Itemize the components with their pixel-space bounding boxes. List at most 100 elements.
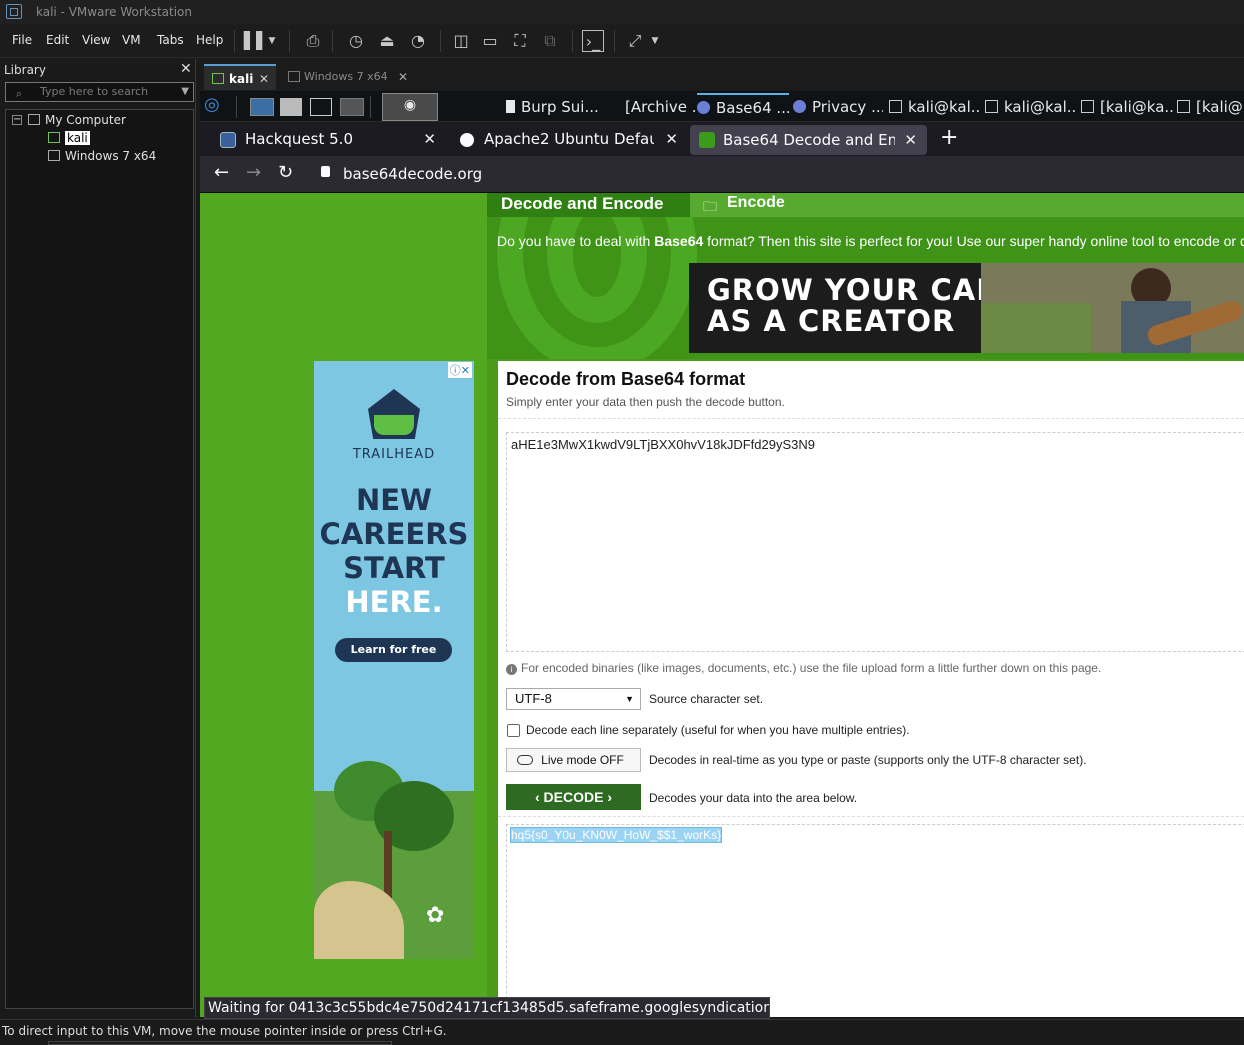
terminal-icon <box>889 100 902 113</box>
menu-tabs[interactable]: Tabs <box>157 33 184 47</box>
snapshot-icon[interactable]: ◷ <box>345 30 367 52</box>
menu-help[interactable]: Help <box>196 33 223 47</box>
close-icon[interactable]: ✕ <box>423 123 436 156</box>
decode-output[interactable]: hq5{s0_Y0u_KN0W_HoW_$$1_worKs} <box>506 824 1244 1017</box>
url-field[interactable]: base64decode.org <box>343 165 482 183</box>
thumbnail-bar-icon[interactable]: ▭ <box>479 30 501 52</box>
hackquest-favicon <box>220 132 236 148</box>
browser-tab-base64[interactable]: Base64 Decode and Enco ✕ <box>690 125 927 155</box>
task-terminal-4[interactable]: [kali@ <box>1177 96 1244 118</box>
decode-panel: Decode from Base64 format Simply enter y… <box>498 361 1244 1017</box>
vm-icon <box>48 150 60 161</box>
decode-desc: Decodes your data into the area below. <box>649 791 858 805</box>
library-title: Library <box>4 63 46 77</box>
full-screen-icon[interactable]: ⛶ <box>509 30 531 52</box>
vm-tab-kali[interactable]: kali ✕ <box>204 64 276 90</box>
tree-item-windows7[interactable]: Windows 7 x64 <box>48 149 156 163</box>
chevron-down-icon[interactable]: ▼ <box>648 30 662 52</box>
firefox-icon <box>697 101 710 114</box>
pause-icon[interactable]: ▌▌ <box>244 30 269 52</box>
live-mode-desc: Decodes in real-time as you type or past… <box>649 753 1087 767</box>
toggle-icon <box>517 755 533 765</box>
kali-menu-icon[interactable]: ◎ <box>204 94 228 116</box>
collapse-icon[interactable]: − <box>12 115 22 125</box>
globe-icon <box>460 133 474 147</box>
close-icon[interactable]: ✕ <box>665 123 678 156</box>
menu-vm[interactable]: VM <box>122 33 141 47</box>
task-terminal-1[interactable]: kali@kal... <box>889 96 981 118</box>
trailhead-ad[interactable]: ⓘ✕ TRAILHEAD NEW CAREERS START HERE. Lea… <box>314 361 474 959</box>
tree-item-kali[interactable]: kali <box>48 131 90 145</box>
each-line-label: Decode each line separately (useful for … <box>526 723 910 737</box>
terminal-icon[interactable] <box>310 98 332 116</box>
console-icon[interactable]: ›_ <box>582 30 604 52</box>
encode-link[interactable]: Encode <box>727 194 785 212</box>
site-nav-title[interactable]: Decode and Encode <box>501 194 663 214</box>
task-base64[interactable]: Base64 ... <box>697 93 789 119</box>
browser-tab-apache[interactable]: Apache2 Ubuntu Default P ✕ <box>458 123 688 156</box>
charset-select[interactable]: UTF-8 ▼ <box>506 688 641 710</box>
task-terminal-2[interactable]: kali@kal... <box>985 96 1077 118</box>
vm-tab-windows7[interactable]: Windows 7 x64 ✕ <box>284 64 416 90</box>
reload-icon[interactable]: ↻ <box>278 162 293 183</box>
window-title: kali - VMware Workstation <box>36 5 192 19</box>
chevron-down-icon: ▼ <box>625 694 634 704</box>
browser-status-bar: Waiting for 0413c3c55bdc4e750d24171cf134… <box>204 997 770 1019</box>
menu-edit[interactable]: Edit <box>46 33 69 47</box>
show-library-icon[interactable]: ◫ <box>450 30 472 52</box>
forward-arrow-icon[interactable]: → <box>246 162 261 183</box>
folder-icon: 🗀 <box>703 199 717 215</box>
menu-file[interactable]: File <box>12 33 32 47</box>
revert-snapshot-icon[interactable]: ⏏ <box>376 30 398 52</box>
chevron-left-icon: ‹ <box>534 789 544 805</box>
browser-tab-hackquest[interactable]: Hackquest 5.0 ✕ <box>200 123 450 156</box>
ad-learn-button[interactable]: Learn for free <box>335 638 452 662</box>
chevron-down-icon[interactable]: ▼ <box>181 83 189 101</box>
unity-icon[interactable]: ⧉ <box>539 30 561 52</box>
close-icon[interactable]: ✕ <box>904 125 917 155</box>
site-intro: Do you have to deal with Base64 format? … <box>497 233 1244 249</box>
task-archive[interactable]: [Archive ... <box>625 96 697 118</box>
vm-status-text: To direct input to this VM, move the mou… <box>2 1024 447 1038</box>
decode-button[interactable]: ‹ DECODE › <box>506 784 641 810</box>
live-mode-button[interactable]: Live mode OFF <box>506 748 641 772</box>
back-arrow-icon[interactable]: ← <box>214 162 229 183</box>
library-search-input[interactable]: ⌕ Type here to search ▼ <box>5 82 194 102</box>
library-tree: − My Computer kali Windows 7 x64 <box>5 109 194 1009</box>
send-keys-icon[interactable]: ⎙ <box>302 30 324 52</box>
burp-icon <box>506 100 515 113</box>
charset-label: Source character set. <box>649 692 764 706</box>
show-desktop-icon[interactable] <box>250 98 274 116</box>
snapshot-manager-icon[interactable]: ◔ <box>407 30 429 52</box>
banner-ad[interactable]: GROW YOUR CAREER AS A CREATOR <box>689 263 1244 353</box>
close-icon[interactable]: ✕ <box>398 64 408 90</box>
screenshot-icon[interactable] <box>340 98 364 116</box>
ad-brand: TRAILHEAD <box>352 447 436 462</box>
close-icon[interactable]: ✕ <box>259 66 269 92</box>
site-nav: Decode and Encode 🗀 Encode <box>487 193 1244 217</box>
firefox-launcher-icon[interactable]: ◉ <box>382 93 438 121</box>
close-icon[interactable]: ✕ <box>180 61 192 77</box>
task-burp[interactable]: Burp Sui... <box>506 96 598 118</box>
chevron-down-icon[interactable]: ▼ <box>265 30 279 52</box>
flower-icon: ✿ <box>426 903 445 928</box>
menu-bar: File Edit View VM Tabs Help ▌▌ ▼ ⎙ ◷ ⏏ ◔… <box>0 24 1244 58</box>
ad-choices-icon[interactable]: ⓘ✕ <box>447 362 472 378</box>
computer-icon <box>28 114 40 125</box>
window-title-bar: kali - VMware Workstation <box>0 0 1244 24</box>
chevron-right-icon: › <box>603 789 613 805</box>
each-line-checkbox[interactable] <box>507 724 520 737</box>
ad-forest-illustration: ✿ <box>314 761 474 959</box>
webpage: Decode and Encode 🗀 Encode Do you have t… <box>200 193 1244 1017</box>
task-privacy[interactable]: Privacy ... <box>793 96 883 118</box>
tree-item-my-computer[interactable]: My Computer <box>28 113 126 127</box>
banner-photo <box>981 263 1244 353</box>
task-terminal-3[interactable]: [kali@ka... <box>1081 96 1173 118</box>
decode-input[interactable]: aHE1e3MwX1kwdV9LTjBXX0hvV18kJDFfd29yS3N9 <box>506 432 1244 652</box>
decode-subheading: Simply enter your data then push the dec… <box>506 395 785 409</box>
menu-view[interactable]: View <box>82 33 110 47</box>
navigation-bar: ← → ↻ base64decode.org <box>200 156 1244 193</box>
file-manager-icon[interactable] <box>280 98 302 116</box>
new-tab-button[interactable]: + <box>940 125 958 150</box>
stretch-icon[interactable]: ⤢ <box>624 30 646 52</box>
